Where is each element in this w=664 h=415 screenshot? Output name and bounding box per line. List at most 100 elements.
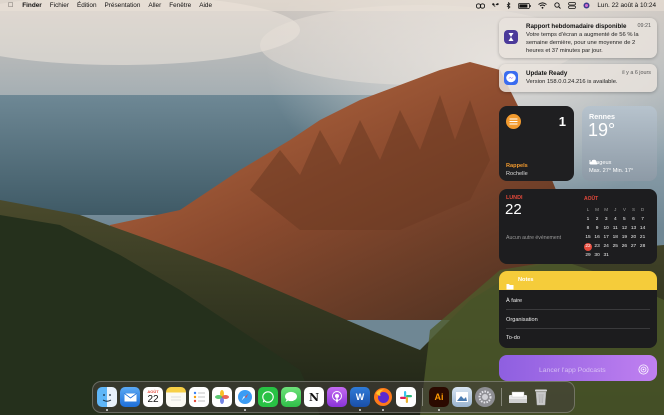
calendar-month: AOÛT (584, 196, 599, 202)
menu-fenetre[interactable]: Fenêtre (169, 2, 191, 9)
calendar-widget[interactable]: LUNDI 22 Aucun autre événement AOÛT LMMJ… (499, 189, 657, 264)
whatsapp-icon[interactable] (258, 387, 278, 407)
notification-body: Version 158.0.0.24.216 is available. (526, 79, 618, 85)
dock-separator (422, 388, 423, 406)
calendar-date: 30 (594, 253, 600, 258)
calendar-date: 13 (630, 226, 637, 231)
note-item[interactable]: À faire (506, 298, 522, 304)
dropbox-icon[interactable] (492, 2, 500, 9)
trash-icon[interactable] (531, 387, 551, 407)
spotlight-search-icon[interactable] (554, 2, 562, 9)
calendar-no-events: Aucun autre événement (506, 235, 562, 241)
system-preferences-icon[interactable] (475, 387, 495, 407)
calendar-date: 15 (585, 235, 591, 240)
bluetooth-icon[interactable] (506, 2, 511, 9)
calendar-date: 3 (604, 217, 608, 222)
apple-menu-icon[interactable]:  (8, 2, 13, 9)
wifi-icon[interactable] (538, 2, 548, 9)
calendar-date: 6 (632, 217, 635, 222)
calendar-date: 31 (603, 253, 609, 258)
notes-icon[interactable] (166, 387, 186, 407)
creative-cloud-icon[interactable] (476, 2, 486, 9)
notification-time: 09:21 (637, 23, 652, 29)
running-indicator (438, 409, 440, 411)
control-center-icon[interactable] (568, 2, 577, 9)
weather-widget[interactable]: Rennes 19° Nuageux Max. 27° Min. 17° (582, 106, 657, 181)
screen-time-icon (504, 30, 518, 44)
notification-update[interactable]: Update Ready il y a 6 jours Version 158.… (499, 64, 657, 92)
calendar-date: 24 (603, 244, 609, 249)
calendar-icon[interactable]: AOÛT 22 (143, 387, 163, 407)
notification-screen-time[interactable]: Rapport hebdomadaire disponible 09:21 Vo… (499, 18, 657, 58)
calendar-date: 20 (630, 235, 637, 240)
reminders-subtitle: Rochelle (506, 171, 528, 177)
calendar-date: 11 (612, 226, 618, 231)
calendar-day: 22 (505, 201, 522, 218)
reminders-icon[interactable] (189, 387, 209, 407)
running-indicator (359, 409, 361, 411)
calendar-date: 18 (612, 235, 618, 240)
mail-icon[interactable] (120, 387, 140, 407)
reminders-widget[interactable]: 1 Rappels Rochelle (499, 106, 574, 181)
calendar-weekday-header: D (640, 207, 645, 212)
calendar-date: 19 (621, 235, 628, 240)
photos-icon[interactable] (212, 387, 232, 407)
messenger-icon (504, 71, 518, 85)
messages-icon[interactable] (281, 387, 301, 407)
preview-icon[interactable] (452, 387, 472, 407)
shortcut-label: Lancer l'app Podcasts (539, 367, 606, 374)
calendar-date: 2 (595, 217, 599, 222)
calendar-date: 12 (621, 226, 628, 231)
calendar-weekday-header: M (595, 207, 599, 212)
menu-aide[interactable]: Aide (199, 2, 212, 9)
podcasts-icon (638, 362, 649, 380)
illustrator-icon[interactable]: Ai (429, 387, 449, 407)
menu-fichier[interactable]: Fichier (50, 2, 69, 9)
notification-body: Votre temps d'écran a augmenté de 56 % l… (526, 32, 639, 55)
calendar-date: 8 (586, 226, 590, 231)
calendar-date-today: 22 (584, 243, 592, 251)
notification-title: Rapport hebdomadaire disponible (526, 23, 627, 30)
reminders-list-icon (506, 114, 521, 129)
finder-icon[interactable] (97, 387, 117, 407)
menu-bar:  Finder Fichier Édition Présentation Al… (0, 0, 664, 11)
safari-icon[interactable] (235, 387, 255, 407)
reminders-count: 1 (558, 114, 566, 129)
dock-calendar-day: 22 (147, 394, 159, 405)
note-divider (506, 328, 650, 329)
note-item[interactable]: Organisation (506, 317, 538, 323)
reminders-title: Rappels (506, 163, 528, 169)
battery-icon[interactable] (518, 2, 532, 9)
calendar-date: 5 (623, 217, 626, 222)
calendar-date: 9 (595, 226, 599, 231)
notes-widget[interactable]: Notes À faire Organisation To-do (499, 271, 657, 348)
running-indicator (106, 409, 108, 411)
siri-icon[interactable] (583, 2, 590, 9)
calendar-date: 29 (585, 253, 591, 258)
weather-temperature: 19° (588, 120, 616, 140)
slack-icon[interactable] (396, 387, 416, 407)
running-indicator (382, 409, 384, 411)
podcasts-shortcut-widget[interactable]: Lancer l'app Podcasts (499, 355, 657, 381)
downloads-icon[interactable] (508, 387, 528, 407)
menu-app-name[interactable]: Finder (22, 2, 42, 9)
notification-time: il y a 6 jours (622, 70, 651, 76)
notification-title: Update Ready (526, 70, 568, 77)
podcasts-icon[interactable] (327, 387, 347, 407)
calendar-date: 14 (639, 226, 646, 231)
calendar-weekday-header: V (622, 207, 626, 212)
calendar-date: 7 (641, 217, 644, 222)
notion-icon[interactable]: N (304, 387, 324, 407)
notes-title: Notes (518, 277, 534, 283)
running-indicator (244, 409, 246, 411)
menubar-clock[interactable]: Lun. 22 août à 10:24 (597, 2, 656, 9)
menu-edition[interactable]: Édition (77, 2, 97, 9)
menu-aller[interactable]: Aller (148, 2, 161, 9)
word-icon[interactable]: W (350, 387, 370, 407)
note-item[interactable]: To-do (506, 335, 520, 341)
calendar-weekday-header: L (586, 207, 590, 212)
calendar-date: 23 (594, 244, 600, 249)
note-divider (506, 309, 650, 310)
menu-presentation[interactable]: Présentation (105, 2, 141, 9)
firefox-icon[interactable] (373, 387, 393, 407)
